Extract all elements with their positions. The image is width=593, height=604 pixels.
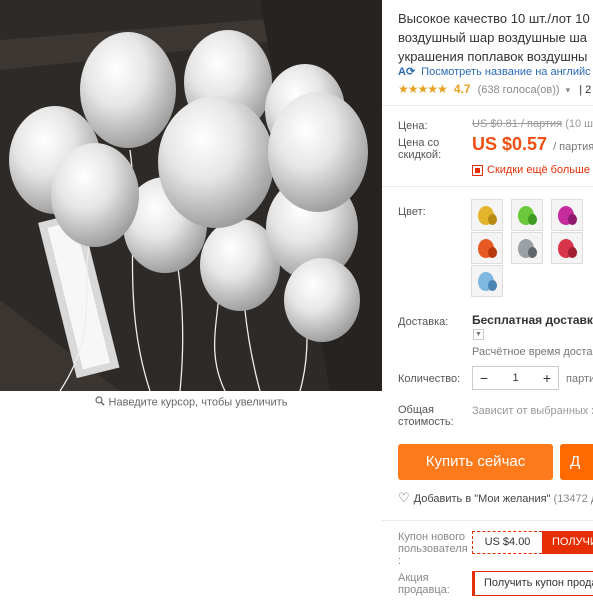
- chevron-down-icon: ▾: [565, 85, 571, 95]
- price-label: Цена:: [398, 120, 428, 132]
- rating-extra: | 2: [579, 84, 592, 96]
- more-discounts-link[interactable]: Скидки ещё больше в: [472, 164, 593, 176]
- buy-now-button[interactable]: Купить сейчас: [398, 444, 553, 480]
- wishlist-count: (13472 д: [553, 493, 593, 505]
- seller-promo-label: Акция продавца:: [398, 572, 450, 596]
- shipping-label: Доставка:: [398, 316, 449, 328]
- heart-icon: ♡: [398, 490, 410, 505]
- rating-value: 4.7: [453, 82, 471, 96]
- divider: [382, 520, 593, 521]
- color-swatch-light-blue[interactable]: [471, 265, 503, 297]
- zoom-hint: Наведите курсор, чтобы увеличить: [0, 396, 382, 409]
- rating-stars: ★★★★★: [398, 82, 448, 96]
- delivery-method[interactable]: Бесплатная доставка в: [472, 313, 593, 327]
- color-swatch-gold[interactable]: [471, 199, 503, 231]
- quantity-unit: парти: [566, 373, 593, 385]
- divider: [382, 186, 593, 187]
- quantity-input[interactable]: 1: [495, 367, 536, 389]
- add-to-cart-button[interactable]: Д: [560, 444, 593, 480]
- get-coupon-button[interactable]: ПОЛУЧИ: [542, 531, 593, 554]
- color-swatch-purple[interactable]: [551, 199, 583, 231]
- old-price-value: US $0.81 / партия: [472, 118, 563, 130]
- old-price: US $0.81 / партия (10 шт: [472, 118, 593, 130]
- color-swatch-silver[interactable]: [511, 232, 543, 264]
- new-user-coupon-value: US $4.00: [472, 531, 542, 554]
- quantity-label: Количество:: [398, 373, 461, 385]
- quantity-decrease-button[interactable]: −: [473, 367, 495, 389]
- votes-count: (638 голоса(ов)): [477, 84, 560, 96]
- new-user-coupon-label: Купон нового пользователя :: [398, 531, 468, 567]
- translate-link-text: Посмотреть название на английс: [421, 66, 591, 78]
- quantity-stepper: − 1 +: [472, 366, 559, 390]
- qr-code-icon: [472, 164, 483, 176]
- new-price-value: US $0.57: [472, 134, 548, 154]
- balloons-photo: [0, 0, 382, 391]
- seller-coupon-button[interactable]: Получить купон продав: [472, 571, 593, 596]
- more-discounts-text: Скидки ещё больше в: [487, 164, 593, 176]
- color-swatch-red[interactable]: [551, 232, 583, 264]
- old-price-extra: (10 шт: [565, 118, 593, 130]
- chevron-down-icon[interactable]: ▼: [473, 329, 484, 340]
- color-swatch-green[interactable]: [511, 199, 543, 231]
- divider: [382, 105, 593, 106]
- translate-icon: A⟳: [398, 66, 416, 78]
- product-title-line: воздушный шар воздушные ша: [398, 30, 587, 45]
- magnifier-icon: [94, 396, 105, 409]
- product-title-line: украшения поплавок воздушны: [398, 49, 588, 64]
- discount-price-label: Цена со скидкой:: [398, 137, 442, 161]
- rating-row[interactable]: ★★★★★ 4.7 (638 голоса(ов)) ▾ | 2: [398, 82, 591, 96]
- product-detail-panel: Высокое качество 10 шт./лот 10 воздушный…: [382, 0, 593, 604]
- zoom-hint-text: Наведите курсор, чтобы увеличить: [108, 396, 288, 409]
- quantity-increase-button[interactable]: +: [536, 367, 558, 389]
- total-value: Зависит от выбранных х: [472, 405, 593, 417]
- color-swatch-orange[interactable]: [471, 232, 503, 264]
- total-label: Общая стоимость:: [398, 404, 454, 428]
- add-to-wishlist-link[interactable]: ♡ Добавить в "Мои желания" (13472 д: [398, 490, 593, 506]
- new-price-unit: / партия: [553, 141, 593, 153]
- translate-title-link[interactable]: A⟳ Посмотреть название на английс: [398, 65, 591, 78]
- color-label: Цвет:: [398, 206, 426, 218]
- new-price: US $0.57 / партия: [472, 134, 593, 155]
- product-title: Высокое качество 10 шт./лот 10 воздушный…: [398, 9, 593, 66]
- wishlist-text: Добавить в "Мои желания": [413, 493, 551, 505]
- delivery-estimate: Расчётное время достав: [472, 346, 593, 358]
- product-image[interactable]: [0, 0, 382, 391]
- product-title-line: Высокое качество 10 шт./лот 10: [398, 11, 590, 26]
